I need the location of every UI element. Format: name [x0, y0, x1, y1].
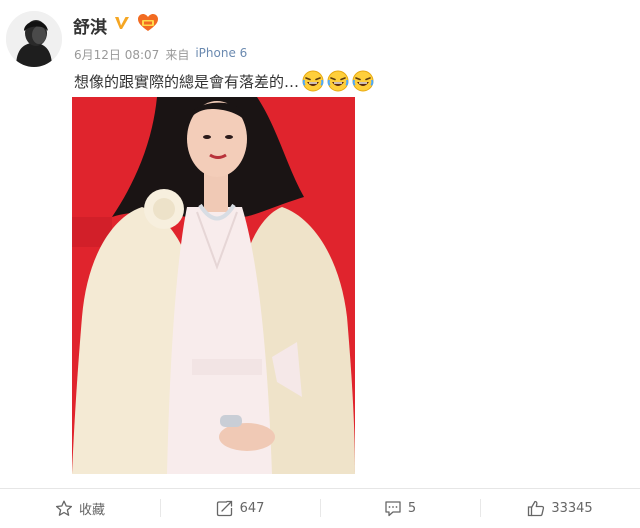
star-icon — [55, 500, 73, 517]
source-prefix: 来自 — [165, 48, 190, 62]
post-timestamp[interactable]: 6月12日 08:07 — [74, 46, 159, 63]
favorite-button[interactable]: 收藏 — [0, 489, 160, 528]
repost-button[interactable]: 647 — [160, 489, 320, 528]
weibo-post: 舒淇 6月12日 08:07 来自 iPhone 6 想像的跟實際的總是會有落差… — [0, 0, 640, 528]
post-text-content: 想像的跟實際的總是會有落差的… — [74, 72, 300, 91]
comment-icon — [384, 500, 402, 517]
comment-count: 5 — [407, 501, 417, 516]
crying-face-icon — [326, 70, 350, 92]
action-bar: 收藏 647 5 33345 — [0, 488, 640, 528]
post-photo[interactable] — [72, 97, 355, 474]
like-count: 33345 — [551, 501, 593, 516]
post-meta: 6月12日 08:07 来自 iPhone 6 — [74, 46, 247, 63]
avatar[interactable] — [6, 11, 62, 67]
repost-icon — [216, 500, 234, 517]
member-heart-badge-icon[interactable] — [137, 13, 159, 37]
thumbs-up-icon — [527, 500, 545, 517]
source-device[interactable]: iPhone 6 — [195, 46, 247, 63]
avatar-image — [6, 11, 62, 67]
post-text: 想像的跟實際的總是會有落差的… — [74, 70, 375, 92]
author-row: 舒淇 — [73, 12, 159, 38]
author-name[interactable]: 舒淇 — [73, 13, 107, 38]
emoji-group — [301, 70, 375, 92]
comment-button[interactable]: 5 — [320, 489, 480, 528]
photo-illustration — [72, 97, 355, 474]
like-button[interactable]: 33345 — [480, 489, 640, 528]
favorite-label: 收藏 — [78, 503, 105, 518]
verified-v-icon[interactable] — [113, 14, 131, 36]
repost-count: 647 — [239, 501, 265, 516]
crying-face-icon — [351, 70, 375, 92]
crying-face-icon — [301, 70, 325, 92]
